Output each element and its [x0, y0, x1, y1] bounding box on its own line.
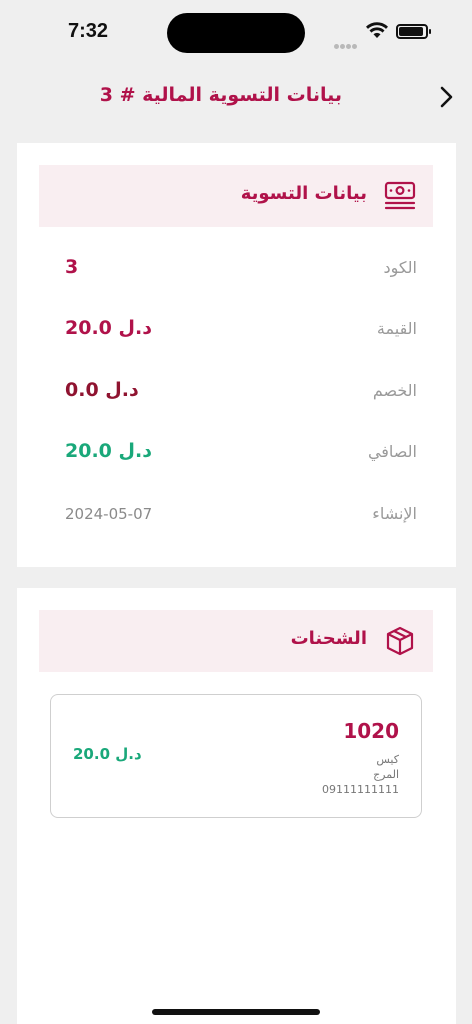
settlement-row-discount: الخصم 0.0 د.ل [65, 377, 417, 407]
wifi-icon [366, 22, 388, 38]
settlement-row-created: الإنشاء 2024-05-07 [65, 500, 417, 530]
cash-icon [384, 181, 416, 210]
row-label: الإنشاء [372, 504, 417, 523]
shipment-phone: 09111111111 [322, 783, 399, 796]
row-value: 0.0 د.ل [65, 379, 139, 401]
shipment-location: المرج [373, 768, 399, 781]
settlement-section-label: بيانات التسوية [240, 183, 367, 204]
status-bar: 7:32 [0, 0, 472, 64]
row-label: الصافي [367, 442, 417, 461]
settlement-section-header: بيانات التسوية [39, 165, 433, 227]
home-indicator[interactable] [152, 1009, 320, 1015]
shipments-section-label: الشحنات [290, 628, 367, 649]
shipment-type: كيس [376, 753, 399, 766]
row-label: الخصم [372, 381, 417, 400]
settlement-row-net: الصافي 20.0 د.ل [65, 438, 417, 468]
row-value: 20.0 د.ل [65, 440, 152, 462]
shipment-item[interactable]: 1020 كيس المرج 09111111111 20.0 د.ل [50, 694, 422, 818]
shipment-code: 1020 [343, 719, 399, 743]
settlement-row-amount: القيمة 20.0 د.ل [65, 315, 417, 345]
row-label: الكود [383, 258, 417, 277]
back-chevron-icon[interactable] [436, 84, 456, 110]
app-header: بيانات التسوية المالية # 3 [0, 70, 472, 126]
row-value: 20.0 د.ل [65, 317, 152, 339]
row-value: 2024-05-07 [65, 505, 153, 523]
status-time: 7:32 [68, 20, 109, 42]
row-label: القيمة [376, 319, 417, 338]
dynamic-island [167, 13, 305, 53]
row-value: 3 [65, 256, 79, 278]
page-title: بيانات التسوية المالية # 3 [99, 84, 342, 106]
settlement-card: بيانات التسوية الكود 3 القيمة 20.0 د.ل ا… [17, 143, 456, 567]
settlement-row-code: الكود 3 [65, 254, 417, 284]
battery-icon [396, 24, 431, 39]
shipments-card: الشحنات 1020 كيس المرج 09111111111 20.0 … [17, 588, 456, 1024]
shipments-section-header: الشحنات [39, 610, 433, 672]
package-icon [386, 626, 414, 656]
shipment-amount: 20.0 د.ل [73, 745, 142, 763]
cellular-signal-icon [334, 34, 358, 53]
